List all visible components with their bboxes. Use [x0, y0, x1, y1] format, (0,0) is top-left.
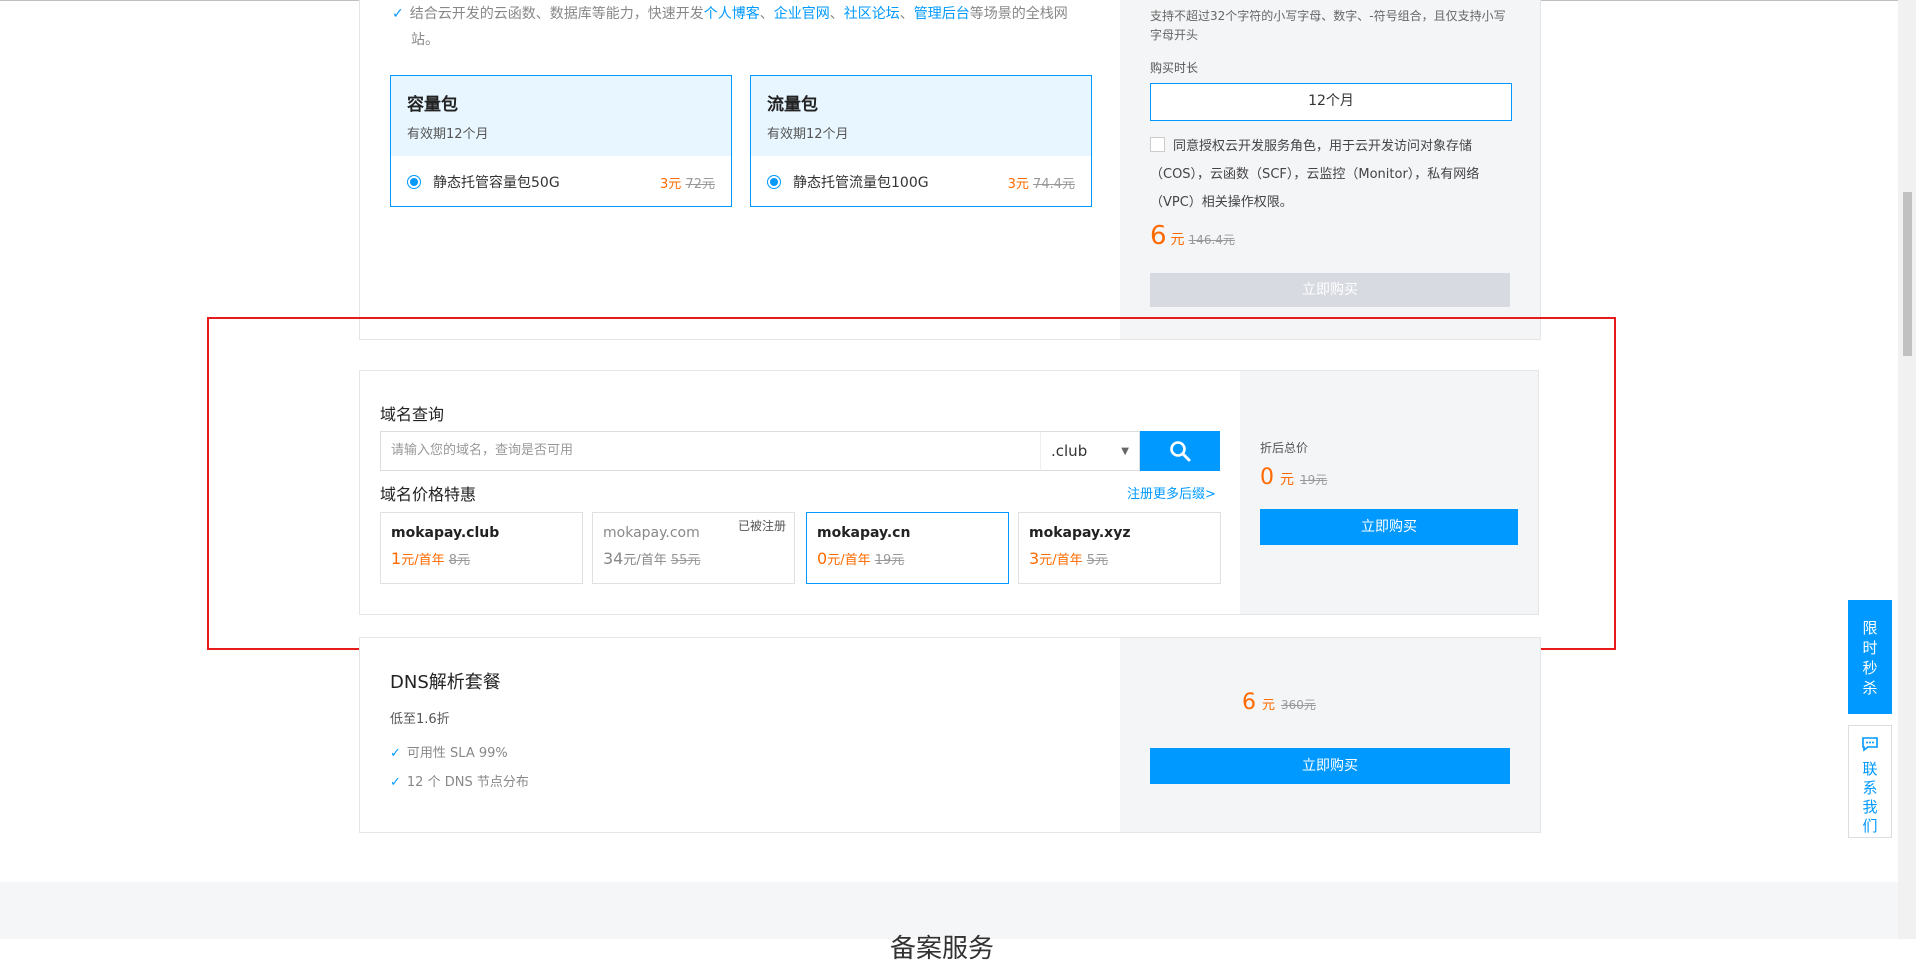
- highlight-frame: [207, 317, 1616, 650]
- flash-sale-button[interactable]: 限 时 秒 杀: [1848, 600, 1892, 714]
- dns-price: 6 元 360元: [1242, 690, 1316, 715]
- dns-subtitle: 低至1.6折: [390, 712, 450, 727]
- buy-now-button-disabled[interactable]: 立即购买: [1150, 273, 1510, 307]
- cloudbase-hosting-card: ✓ 结合云开发的云函数、数据库等能力，快速开发个人博客、企业官网、社区论坛、管理后…: [359, 0, 1541, 340]
- capacity-pack-card[interactable]: 容量包 有效期12个月 静态托管容量包50G 3元 72元: [390, 75, 732, 207]
- authorization-agreement: 同意授权云开发服务角色，用于云开发访问对象存储（COS），云函数（SCF），云监…: [1150, 137, 1480, 210]
- link-forum[interactable]: 社区论坛: [844, 6, 900, 22]
- check-icon: ✓: [390, 746, 401, 761]
- dns-package-card: DNS解析套餐 低至1.6折 ✓ 可用性 SLA 99% ✓ 12 个 DNS 节点…: [359, 637, 1541, 833]
- check-icon: ✓: [390, 775, 401, 790]
- dns-order-panel: 6 元 360元 立即购买: [1120, 638, 1540, 832]
- section-title: 备案服务: [890, 934, 995, 964]
- total-price: 6 元 146.4元: [1150, 221, 1235, 251]
- pack-option[interactable]: 静态托管流量包100G 3元 74.4元: [767, 172, 1075, 192]
- pack-validity: 有效期12个月: [407, 127, 489, 142]
- pack-old-price: 72元: [685, 176, 715, 192]
- scrollbar-thumb[interactable]: [1903, 192, 1912, 356]
- link-admin[interactable]: 管理后台: [914, 6, 970, 22]
- traffic-pack-card[interactable]: 流量包 有效期12个月 静态托管流量包100G 3元 74.4元: [750, 75, 1092, 207]
- link-personal-blog[interactable]: 个人博客: [704, 6, 760, 22]
- radio-selected-icon[interactable]: [767, 175, 781, 189]
- next-section: 备案服务: [0, 882, 1898, 964]
- pack-title: 容量包: [407, 95, 458, 115]
- dns-buy-button[interactable]: 立即购买: [1150, 748, 1510, 784]
- dns-feature: ✓ 12 个 DNS 节点分布: [390, 775, 529, 790]
- check-icon: ✓: [392, 6, 404, 22]
- pack-option[interactable]: 静态托管容量包50G 3元 72元: [407, 172, 715, 192]
- agree-checkbox[interactable]: [1150, 137, 1165, 152]
- dns-title: DNS解析套餐: [390, 672, 501, 693]
- duration-select[interactable]: 12个月: [1150, 83, 1512, 121]
- env-name-hint: 支持不超过32个字符的小写字母、数字、-符号组合，且仅支持小写字母开头: [1150, 9, 1506, 42]
- feature-description: ✓ 结合云开发的云函数、数据库等能力，快速开发个人博客、企业官网、社区论坛、管理后…: [392, 6, 1068, 48]
- duration-label: 购买时长: [1150, 61, 1199, 75]
- contact-us-button[interactable]: 联 系 我 们: [1848, 725, 1892, 838]
- pack-price: 3元: [660, 176, 682, 192]
- pack-validity: 有效期12个月: [767, 127, 849, 142]
- dns-feature: ✓ 可用性 SLA 99%: [390, 746, 508, 761]
- pack-price: 3元: [1007, 176, 1029, 192]
- scrollbar-track[interactable]: [1898, 0, 1916, 939]
- radio-selected-icon[interactable]: [407, 175, 421, 189]
- pack-old-price: 74.4元: [1033, 176, 1075, 192]
- pack-title: 流量包: [767, 95, 818, 115]
- order-summary-panel: 支持不超过32个字符的小写字母、数字、-符号组合，且仅支持小写字母开头 购买时长…: [1120, 0, 1540, 339]
- link-company-site[interactable]: 企业官网: [774, 6, 830, 22]
- chat-icon: [1862, 737, 1878, 752]
